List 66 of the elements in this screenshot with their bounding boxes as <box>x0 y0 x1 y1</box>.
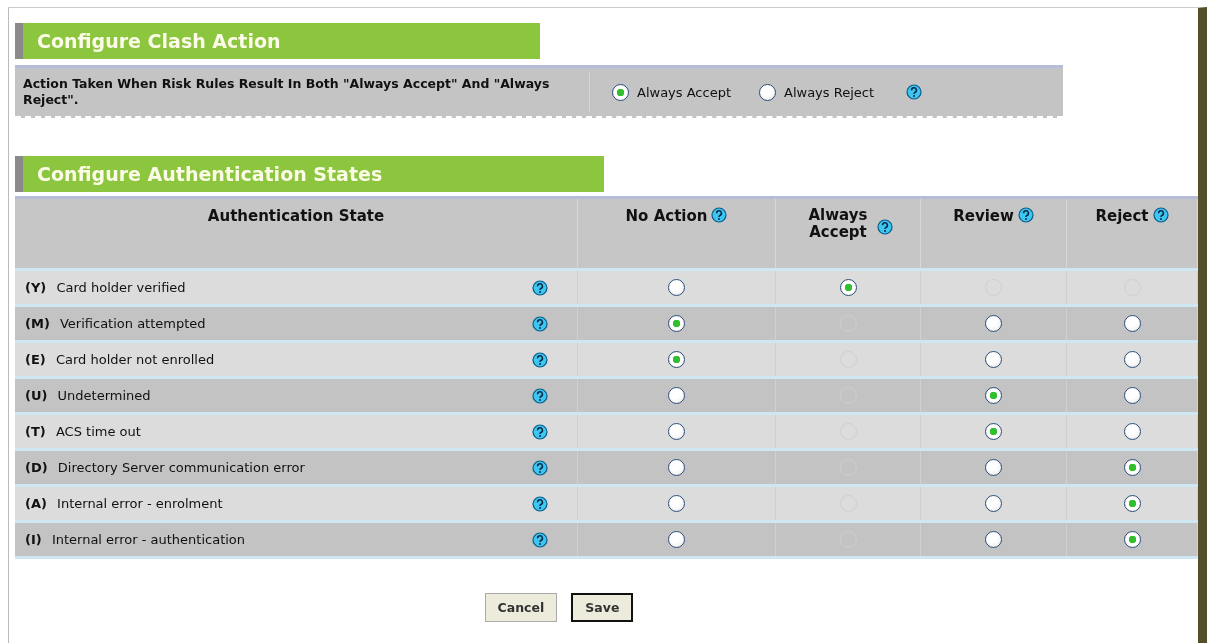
help-icon[interactable] <box>532 459 548 476</box>
column-label: Review <box>953 207 1014 225</box>
help-icon[interactable] <box>1152 207 1169 223</box>
help-icon[interactable] <box>877 219 893 235</box>
state-code: (A) <box>25 495 47 511</box>
radio-button[interactable] <box>668 423 685 440</box>
radio-button[interactable] <box>985 351 1002 368</box>
column-label: Reject <box>1095 207 1149 225</box>
help-icon[interactable] <box>532 495 548 512</box>
radio-button[interactable] <box>668 531 685 548</box>
question-label: Action Taken When Risk Rules Result In Both "Always Accept" And "Always Reject". <box>15 71 590 113</box>
radio-button[interactable] <box>1123 423 1141 440</box>
section-title: Configure Clash Action <box>37 30 281 52</box>
radio-button[interactable] <box>1123 387 1141 404</box>
radio-button[interactable] <box>839 279 857 296</box>
state-label: Directory Server communication error <box>57 459 305 475</box>
radio-button[interactable] <box>1123 315 1141 332</box>
state-label: Undetermined <box>57 387 151 403</box>
state-code: (U) <box>25 387 48 403</box>
radio-button[interactable] <box>985 423 1002 440</box>
radio-button[interactable] <box>668 387 685 404</box>
radio-button[interactable] <box>1123 495 1141 512</box>
state-label: Card holder not enrolled <box>55 351 215 367</box>
radio-button[interactable] <box>668 279 685 296</box>
radio-button[interactable] <box>985 531 1002 548</box>
state-label: Internal error - enrolment <box>57 495 223 511</box>
help-icon[interactable] <box>1017 207 1034 223</box>
help-icon[interactable] <box>532 279 548 296</box>
radio-button[interactable] <box>985 315 1002 332</box>
help-icon[interactable] <box>532 351 548 368</box>
help-icon[interactable] <box>532 387 548 404</box>
radio-button[interactable] <box>668 315 685 332</box>
help-icon[interactable] <box>532 315 548 332</box>
state-label: Verification attempted <box>59 315 206 331</box>
state-label: Card holder verified <box>56 279 186 295</box>
save-button[interactable]: Save <box>571 593 634 622</box>
option-label: Always Reject <box>784 84 875 100</box>
state-code: (D) <box>25 459 48 475</box>
section-title: Configure Authentication States <box>37 163 383 185</box>
help-icon[interactable] <box>532 423 548 440</box>
column-label: Always Accept <box>807 207 869 240</box>
help-icon[interactable] <box>906 84 923 100</box>
cancel-button[interactable]: Cancel <box>484 593 558 622</box>
state-code: (Y) <box>25 279 47 295</box>
help-icon[interactable] <box>711 207 728 223</box>
radio-button[interactable] <box>1123 459 1141 476</box>
radio-button[interactable] <box>985 459 1002 476</box>
state-code: (I) <box>25 531 42 547</box>
state-code: (T) <box>25 423 46 439</box>
state-code: (M) <box>25 315 50 331</box>
state-code: (E) <box>25 351 46 367</box>
state-label: ACS time out <box>55 423 141 439</box>
help-icon[interactable] <box>532 531 548 548</box>
radio-button[interactable] <box>1123 531 1141 548</box>
radio-button[interactable] <box>668 495 685 512</box>
column-label: No Action <box>625 207 708 225</box>
option-label: Always Accept <box>637 84 731 100</box>
state-label: Internal error - authentication <box>51 531 246 547</box>
column-label: Authentication State <box>207 207 385 225</box>
radio-button[interactable] <box>759 83 776 101</box>
radio-button[interactable] <box>985 387 1002 404</box>
radio-button[interactable] <box>668 459 685 476</box>
radio-button[interactable] <box>612 83 629 101</box>
radio-button[interactable] <box>668 351 685 368</box>
radio-button[interactable] <box>1123 351 1141 368</box>
radio-button[interactable] <box>985 495 1002 512</box>
